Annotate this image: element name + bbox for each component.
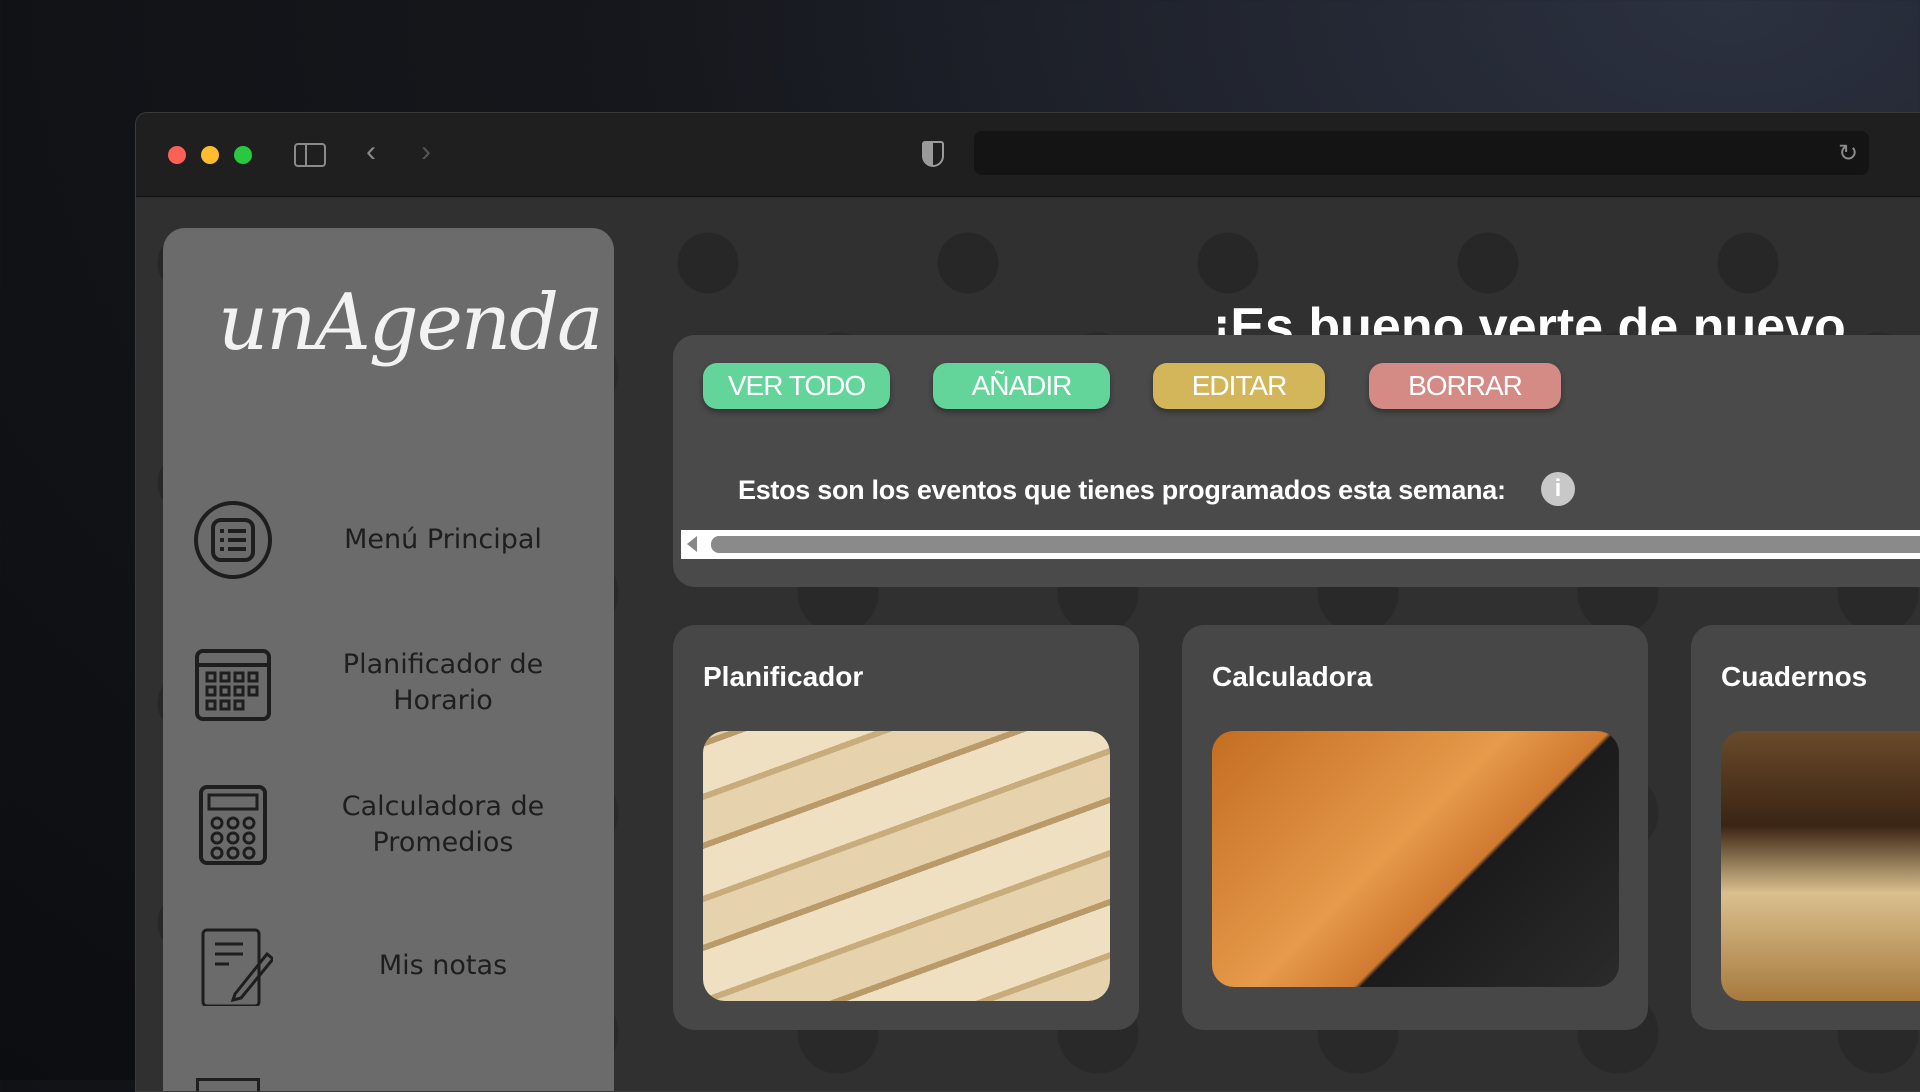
scrollbar-thumb[interactable] — [711, 536, 1920, 553]
sidebar-item-calculadora[interactable]: Calculadora de Promedios — [163, 775, 614, 875]
card-cuadernos[interactable]: Cuadernos — [1691, 625, 1920, 1030]
sidebar-item-planificador[interactable]: Planificador de Horario — [163, 633, 614, 733]
reload-icon[interactable]: ↻ — [1838, 139, 1858, 168]
browser-window: ‹ › ↻ unAgenda Menú Principal Planificad… — [135, 112, 1920, 1092]
browser-toolbar: ‹ › ↻ — [136, 113, 1920, 197]
shield-icon[interactable] — [922, 141, 944, 167]
sidebar-item-menu-principal[interactable]: Menú Principal — [163, 490, 614, 590]
minimize-window-button[interactable] — [201, 146, 219, 164]
forward-icon[interactable]: › — [421, 135, 431, 169]
books-image — [1721, 731, 1920, 1001]
close-window-button[interactable] — [168, 146, 186, 164]
logo: unAgenda — [218, 278, 604, 368]
card-title: Cuadernos — [1721, 661, 1868, 692]
edit-button[interactable]: EDITAR — [1153, 363, 1325, 409]
notes-icon — [201, 928, 273, 1006]
calendar-icon — [195, 649, 271, 721]
delete-button[interactable]: BORRAR — [1369, 363, 1561, 409]
view-all-button[interactable]: VER TODO — [703, 363, 890, 409]
address-bar[interactable] — [974, 131, 1869, 175]
events-description: Estos son los eventos que tienes program… — [738, 475, 1506, 505]
maximize-window-button[interactable] — [234, 146, 252, 164]
sidebar-toggle-icon[interactable] — [294, 143, 326, 167]
sidebar-item-mis-notas[interactable]: Mis notas — [163, 916, 614, 1016]
page-content: unAgenda Menú Principal Planificador de … — [136, 197, 1920, 1091]
back-icon[interactable]: ‹ — [366, 135, 376, 169]
card-title: Planificador — [703, 661, 864, 692]
calendar-image — [703, 731, 1110, 1001]
info-icon[interactable]: i — [1541, 472, 1575, 506]
events-panel: VER TODO AÑADIR EDITAR BORRAR Estos son … — [673, 335, 1920, 587]
calculator-icon — [199, 785, 267, 865]
card-planificador[interactable]: Planificador — [673, 625, 1139, 1030]
card-title: Calculadora — [1212, 661, 1373, 692]
card-calculadora[interactable]: Calculadora — [1182, 625, 1648, 1030]
sidebar-item-partial[interactable] — [196, 1078, 260, 1091]
sidebar: unAgenda Menú Principal Planificador de … — [163, 228, 614, 1091]
scroll-left-icon[interactable] — [687, 536, 697, 552]
events-scrollbar[interactable] — [681, 530, 1920, 559]
list-icon — [194, 501, 272, 579]
add-button[interactable]: AÑADIR — [933, 363, 1110, 409]
calculator-image — [1212, 731, 1619, 987]
